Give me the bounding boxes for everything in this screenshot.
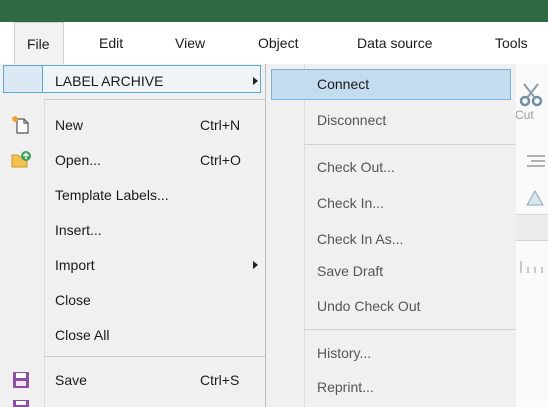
file-menu: LABEL ARCHIVE New Ctrl+N Open... Ctrl+O … bbox=[0, 64, 266, 407]
menu-item-insert[interactable]: Insert... bbox=[0, 213, 265, 247]
ruler-strip bbox=[515, 214, 548, 241]
menu-item-label: Insert... bbox=[55, 222, 102, 238]
scissors-icon[interactable] bbox=[518, 82, 544, 108]
menu-separator bbox=[44, 356, 265, 357]
submenu-item-label: Check In... bbox=[317, 195, 384, 211]
menu-item-label: Save bbox=[55, 372, 87, 388]
submenu-item-label: Reprint... bbox=[317, 379, 374, 395]
submenu-item-check-out[interactable]: Check Out... bbox=[266, 149, 516, 185]
submenu-arrow-icon bbox=[253, 261, 258, 269]
background-toolbar: Cut bbox=[515, 64, 548, 407]
menu-edit[interactable]: Edit bbox=[99, 22, 123, 64]
submenu-arrow-icon bbox=[253, 77, 258, 85]
menu-item-label: Close bbox=[55, 292, 91, 308]
submenu-item-save-draft[interactable]: Save Draft bbox=[266, 253, 516, 289]
new-file-icon bbox=[12, 116, 29, 134]
menu-item-label: Close All bbox=[55, 327, 110, 343]
menu-bar: File Edit View Object Data source Tools bbox=[0, 22, 548, 65]
menu-file[interactable]: File bbox=[14, 22, 64, 64]
menu-view[interactable]: View bbox=[175, 22, 205, 64]
title-bar bbox=[0, 0, 548, 22]
menu-item-shortcut: Ctrl+S bbox=[200, 372, 240, 388]
menu-separator bbox=[44, 99, 265, 100]
shape-icon[interactable] bbox=[526, 190, 544, 206]
menu-item-label: Open... bbox=[55, 152, 101, 168]
menu-item-save[interactable]: Save Ctrl+S bbox=[0, 363, 265, 397]
submenu-separator bbox=[304, 329, 516, 330]
cut-label: Cut bbox=[515, 108, 534, 122]
menu-item-label-archive[interactable]: LABEL ARCHIVE bbox=[0, 64, 265, 98]
menu-item-open[interactable]: Open... Ctrl+O bbox=[0, 143, 265, 177]
menu-item-close[interactable]: Close bbox=[0, 283, 265, 317]
submenu-item-check-in[interactable]: Check In... bbox=[266, 185, 516, 221]
menu-item-close-all[interactable]: Close All bbox=[0, 318, 265, 352]
save-disk-icon bbox=[13, 372, 29, 388]
submenu-item-label: History... bbox=[317, 345, 372, 361]
menu-tools[interactable]: Tools bbox=[495, 22, 528, 64]
menu-item-shortcut: Ctrl+O bbox=[200, 152, 241, 168]
menu-object[interactable]: Object bbox=[258, 22, 298, 64]
menu-item-template-labels[interactable]: Template Labels... bbox=[0, 178, 265, 212]
menu-item-shortcut: Ctrl+N bbox=[200, 117, 241, 133]
open-folder-icon bbox=[11, 151, 31, 168]
submenu-item-label: Check In As... bbox=[317, 231, 404, 247]
menu-data-source[interactable]: Data source bbox=[357, 22, 432, 64]
menu-item-label: LABEL ARCHIVE bbox=[55, 73, 164, 89]
submenu-item-label: Undo Check Out bbox=[317, 298, 421, 314]
submenu-item-reprint[interactable]: Reprint... bbox=[266, 369, 516, 405]
align-icon[interactable] bbox=[525, 154, 547, 168]
submenu-item-label: Connect bbox=[317, 76, 370, 92]
submenu-item-connect[interactable]: Connect bbox=[266, 66, 516, 102]
submenu-item-undo-check-out[interactable]: Undo Check Out bbox=[266, 288, 516, 324]
save-as-icon bbox=[13, 400, 29, 407]
menu-item-label: Template Labels... bbox=[55, 187, 169, 203]
menu-item-label: New bbox=[55, 117, 84, 133]
submenu-item-check-in-as[interactable]: Check In As... bbox=[266, 221, 516, 257]
menu-item-import[interactable]: Import bbox=[0, 248, 265, 282]
submenu-item-history[interactable]: History... bbox=[266, 335, 516, 371]
submenu-item-label: Save Draft bbox=[317, 263, 384, 279]
ruler-ticks bbox=[520, 261, 543, 273]
submenu-item-disconnect[interactable]: Disconnect bbox=[266, 102, 516, 138]
submenu-item-label: Check Out... bbox=[317, 159, 395, 175]
label-archive-submenu: Connect Disconnect Check Out... Check In… bbox=[265, 64, 516, 407]
menu-item-label: Import bbox=[55, 257, 95, 273]
submenu-item-label: Disconnect bbox=[317, 112, 387, 128]
submenu-separator bbox=[304, 144, 516, 145]
menu-item-new[interactable]: New Ctrl+N bbox=[0, 108, 265, 142]
